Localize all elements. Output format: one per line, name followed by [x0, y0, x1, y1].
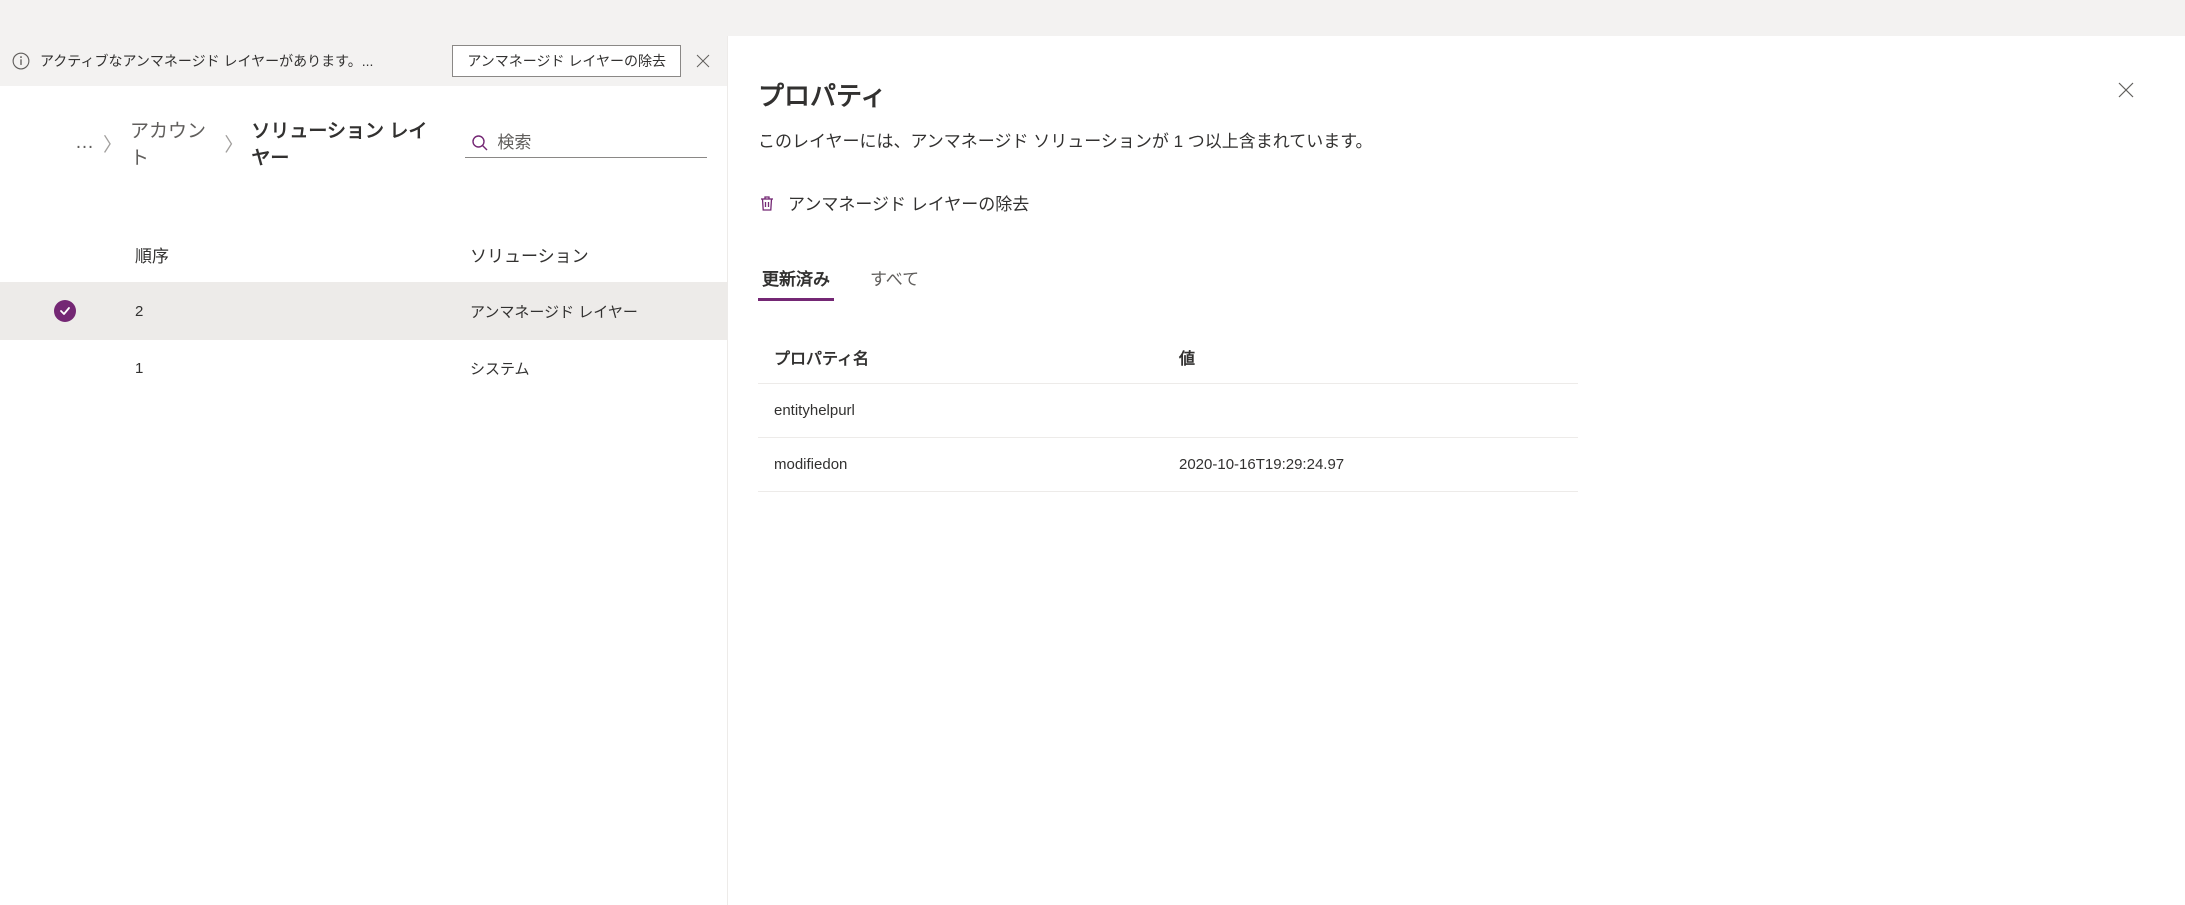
breadcrumb-separator-icon: 〉	[103, 130, 122, 157]
property-value	[1179, 402, 1562, 419]
table-row[interactable]: 1 システム	[0, 340, 727, 397]
panel-description: このレイヤーには、アンマネージド ソリューションが 1 つ以上含まれています。	[758, 127, 2140, 152]
panel-close-icon[interactable]	[2112, 76, 2140, 104]
table-row[interactable]: 2 アンマネージド レイヤー	[0, 282, 727, 340]
property-name: modifiedon	[774, 456, 1179, 473]
table-cell-order: 1	[130, 360, 470, 377]
breadcrumb-search-row: … 〉 アカウント 〉 ソリューション レイヤー	[0, 86, 727, 180]
property-header-value[interactable]: 値	[1179, 345, 1562, 369]
panel-tabs: 更新済み すべて	[758, 257, 2140, 301]
table-header-order[interactable]: 順序	[130, 242, 470, 267]
main-container: アクティブなアンマネージド レイヤーがあります。... アンマネージド レイヤー…	[0, 36, 2185, 905]
delete-icon	[758, 194, 776, 212]
breadcrumb-separator-icon: 〉	[224, 130, 243, 157]
notification-close-icon[interactable]	[691, 49, 715, 73]
property-row[interactable]: modifiedon 2020-10-16T19:29:24.97	[758, 438, 1578, 492]
remove-unmanaged-layer-button[interactable]: アンマネージド レイヤーの除去	[452, 45, 681, 77]
top-bar	[0, 0, 2185, 36]
breadcrumb-ellipsis[interactable]: …	[75, 132, 95, 154]
remove-unmanaged-layer-action[interactable]: アンマネージド レイヤーの除去	[758, 190, 2140, 215]
tab-updated[interactable]: 更新済み	[758, 257, 834, 301]
breadcrumb-account[interactable]: アカウント	[130, 116, 216, 170]
property-row[interactable]: entityhelpurl	[758, 384, 1578, 438]
search-input[interactable]	[497, 133, 701, 153]
table-header-row: 順序 ソリューション	[0, 228, 727, 282]
properties-panel: プロパティ このレイヤーには、アンマネージド ソリューションが 1 つ以上含まれ…	[728, 36, 2185, 905]
property-table: プロパティ名 値 entityhelpurl modifiedon 2020-1…	[758, 331, 1578, 492]
table-cell-solution: システム	[470, 358, 727, 379]
table-cell-order: 2	[130, 303, 470, 320]
breadcrumb-current: ソリューション レイヤー	[251, 116, 445, 170]
info-icon	[12, 52, 30, 70]
tab-all[interactable]: すべて	[866, 257, 923, 301]
notification-bar: アクティブなアンマネージド レイヤーがあります。... アンマネージド レイヤー…	[0, 36, 727, 86]
property-header-name[interactable]: プロパティ名	[774, 345, 1179, 369]
table-cell-solution: アンマネージド レイヤー	[470, 301, 727, 322]
breadcrumb: … 〉 アカウント 〉 ソリューション レイヤー	[75, 116, 445, 170]
search-container[interactable]	[465, 129, 707, 158]
panel-action-label: アンマネージド レイヤーの除去	[788, 190, 1029, 215]
property-name: entityhelpurl	[774, 402, 1179, 419]
table-header-solution[interactable]: ソリューション	[470, 242, 727, 267]
panel-title: プロパティ	[758, 76, 2140, 113]
search-icon	[471, 134, 489, 152]
layers-table: 順序 ソリューション 2 アンマネージド レイヤー 1 システム	[0, 228, 727, 397]
left-panel: アクティブなアンマネージド レイヤーがあります。... アンマネージド レイヤー…	[0, 36, 728, 905]
property-header-row: プロパティ名 値	[758, 331, 1578, 384]
property-value: 2020-10-16T19:29:24.97	[1179, 456, 1562, 473]
check-icon	[54, 300, 76, 322]
notification-text: アクティブなアンマネージド レイヤーがあります。...	[40, 52, 442, 70]
